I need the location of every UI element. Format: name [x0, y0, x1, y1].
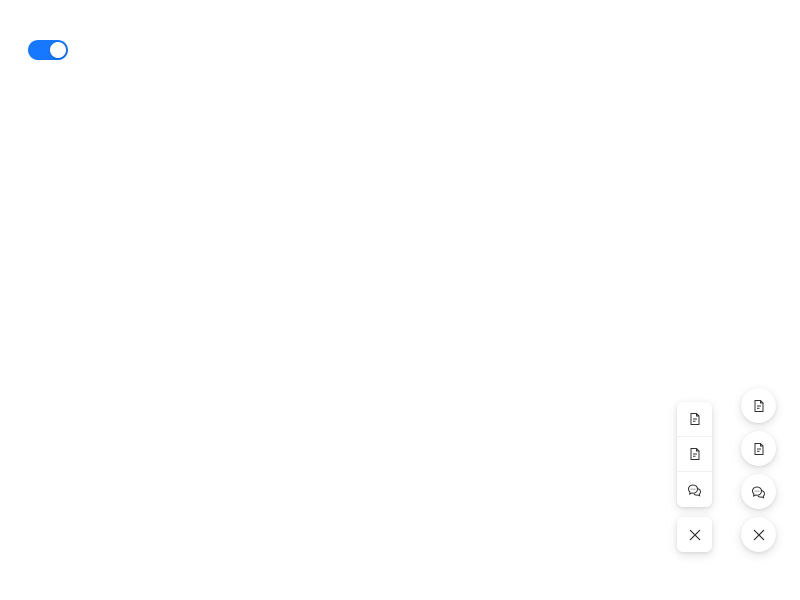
comment-icon	[687, 483, 702, 497]
toggle-knob	[50, 42, 66, 58]
page	[0, 0, 800, 600]
circle-comment-button[interactable]	[741, 474, 776, 509]
square-float-button-group	[677, 402, 712, 507]
file-text-icon	[688, 412, 702, 426]
square-file-button-1[interactable]	[677, 402, 712, 437]
comment-icon	[751, 485, 766, 499]
file-text-icon	[752, 442, 766, 456]
circle-file-button-2[interactable]	[741, 431, 776, 466]
circle-file-button-1[interactable]	[741, 388, 776, 423]
file-text-icon	[752, 399, 766, 413]
close-icon	[688, 528, 702, 542]
circle-close-button[interactable]	[741, 517, 776, 552]
square-close-button[interactable]	[677, 517, 712, 552]
square-file-button-2[interactable]	[677, 437, 712, 472]
toggle-switch[interactable]	[28, 40, 68, 60]
close-icon	[752, 528, 766, 542]
file-text-icon	[688, 447, 702, 461]
square-comment-button[interactable]	[677, 472, 712, 507]
